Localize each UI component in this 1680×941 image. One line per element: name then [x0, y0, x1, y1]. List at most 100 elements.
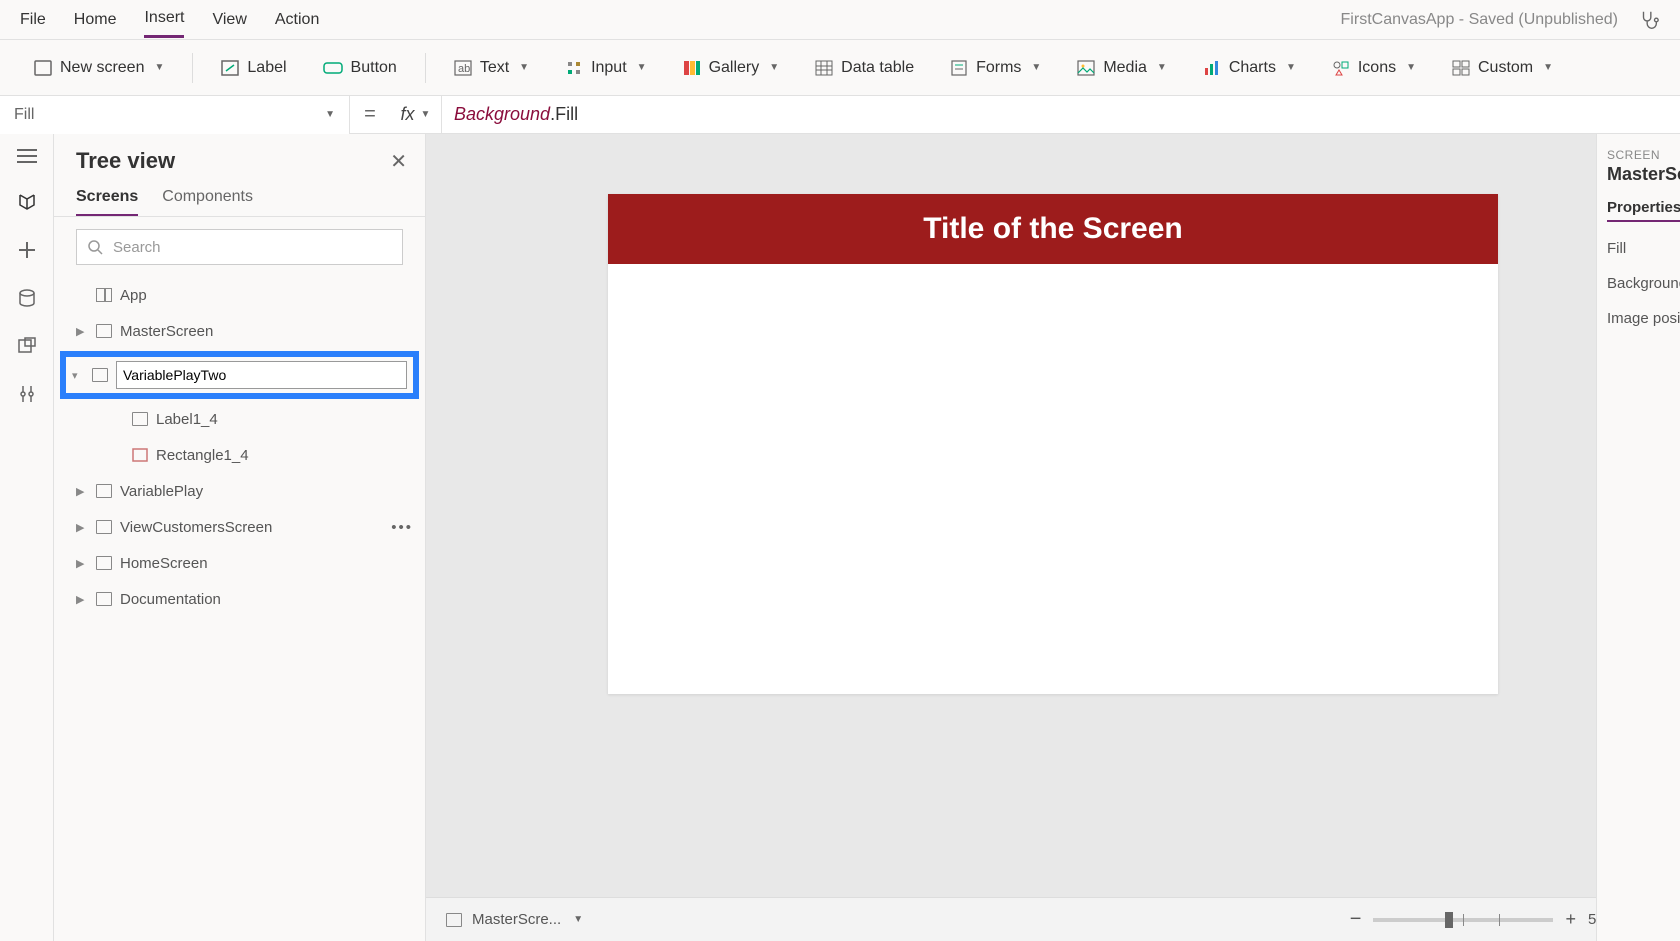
expand-icon[interactable]: ▶ — [76, 485, 88, 498]
text-button[interactable]: ab Text ▼ — [440, 53, 543, 83]
custom-button[interactable]: Custom ▼ — [1438, 53, 1567, 83]
chevron-down-icon: ▼ — [154, 62, 164, 73]
tree-item-rename-row: ▾ — [60, 351, 419, 399]
screen-icon — [92, 368, 108, 382]
zoom-out-button[interactable]: − — [1350, 908, 1362, 931]
search-wrap: Search — [54, 217, 425, 277]
expand-icon[interactable]: ▶ — [76, 557, 88, 570]
tree-label: ViewCustomersScreen — [120, 519, 272, 536]
label-label: Label — [247, 59, 286, 77]
data-icon[interactable] — [17, 288, 37, 308]
prop-row-background[interactable]: Background — [1607, 275, 1670, 292]
search-placeholder: Search — [113, 239, 161, 256]
close-icon[interactable]: ✕ — [390, 149, 407, 174]
props-tab-properties[interactable]: Properties — [1607, 199, 1680, 222]
hamburger-icon[interactable] — [17, 148, 37, 164]
tree-item-label1-4[interactable]: Label1_4 — [54, 401, 425, 437]
zoom-in-button[interactable]: + — [1565, 909, 1576, 930]
more-options-icon[interactable]: ••• — [391, 519, 413, 536]
charts-button[interactable]: Charts ▼ — [1189, 53, 1310, 83]
tree-label: VariablePlay — [120, 483, 203, 500]
button-button[interactable]: Button — [309, 53, 411, 83]
separator — [192, 53, 193, 83]
tree-view-icon[interactable] — [17, 192, 37, 212]
expand-icon[interactable]: ▶ — [76, 593, 88, 606]
menu-action[interactable]: Action — [275, 3, 319, 37]
icons-label: Icons — [1358, 59, 1396, 77]
media-icon — [1077, 60, 1095, 76]
input-button[interactable]: Input ▼ — [551, 53, 661, 83]
input-icon — [565, 60, 583, 76]
menu-bar: File Home Insert View Action FirstCanvas… — [0, 0, 1680, 40]
expand-icon[interactable]: ▶ — [76, 325, 88, 338]
fx-button[interactable]: fx ▼ — [390, 96, 442, 134]
tree-label: Documentation — [120, 591, 221, 608]
tab-components[interactable]: Components — [162, 188, 253, 216]
media-button[interactable]: Media ▼ — [1063, 53, 1180, 83]
text-icon: ab — [454, 60, 472, 76]
new-screen-button[interactable]: New screen ▼ — [20, 53, 178, 83]
gallery-button[interactable]: Gallery ▼ — [669, 53, 794, 83]
forms-button[interactable]: Forms ▼ — [936, 53, 1055, 83]
tree-item-rectangle1-4[interactable]: Rectangle1_4 — [54, 437, 425, 473]
rectangle-icon — [132, 448, 148, 462]
formula-input[interactable]: Background.Fill — [442, 104, 590, 125]
collapse-icon[interactable]: ▾ — [72, 369, 84, 382]
tree-view-panel: Tree view ✕ Screens Components Search Ap… — [54, 134, 426, 941]
label-button[interactable]: Label — [207, 53, 300, 83]
screen-icon — [96, 556, 112, 570]
tree-item-viewcustomers[interactable]: ▶ ViewCustomersScreen ••• — [54, 509, 425, 545]
tree-item-variableplay[interactable]: ▶ VariablePlay — [54, 473, 425, 509]
formula-part-italic: Background — [454, 104, 550, 124]
screen-icon — [96, 520, 112, 534]
tree-item-app[interactable]: App — [54, 277, 425, 313]
screen-selector[interactable]: MasterScre... ▼ — [446, 911, 583, 928]
screen-canvas[interactable]: Title of the Screen — [608, 194, 1498, 694]
button-label: Button — [351, 59, 397, 77]
label-icon — [132, 412, 148, 426]
tree-header: Tree view ✕ — [54, 134, 425, 182]
label-icon — [221, 60, 239, 76]
tab-screens[interactable]: Screens — [76, 188, 138, 216]
data-table-button[interactable]: Data table — [801, 53, 928, 83]
rename-input[interactable] — [116, 361, 407, 389]
menu-insert[interactable]: Insert — [144, 1, 184, 38]
menu-view[interactable]: View — [212, 3, 246, 37]
fx-label: fx — [401, 104, 415, 125]
prop-row-image-position[interactable]: Image posit — [1607, 310, 1670, 327]
media-rail-icon[interactable] — [17, 336, 37, 356]
screen-header-rectangle[interactable]: Title of the Screen — [608, 194, 1498, 264]
advanced-tools-icon[interactable] — [17, 384, 37, 404]
screen-icon — [446, 913, 462, 927]
insert-icon[interactable] — [17, 240, 37, 260]
equals-sign: = — [350, 103, 390, 126]
status-bar: MasterScre... ▼ − + 50 % — [426, 897, 1680, 941]
menu-home[interactable]: Home — [74, 3, 117, 37]
canvas-stage[interactable]: Title of the Screen — [426, 134, 1680, 897]
left-rail — [0, 134, 54, 941]
zoom-slider[interactable] — [1373, 918, 1553, 922]
app-checker-icon[interactable] — [1638, 9, 1660, 31]
tree-item-homescreen[interactable]: ▶ HomeScreen — [54, 545, 425, 581]
ribbon: New screen ▼ Label Button ab Text ▼ Inpu… — [0, 40, 1680, 96]
charts-icon — [1203, 60, 1221, 76]
property-name: Fill — [14, 106, 34, 124]
chevron-down-icon: ▼ — [421, 109, 431, 120]
tree-item-master-screen[interactable]: ▶ MasterScreen — [54, 313, 425, 349]
expand-icon[interactable]: ▶ — [76, 521, 88, 534]
chevron-down-icon: ▼ — [1157, 62, 1167, 73]
gallery-label: Gallery — [709, 59, 760, 77]
menu-file[interactable]: File — [20, 3, 46, 37]
search-input[interactable]: Search — [76, 229, 403, 265]
prop-row-fill[interactable]: Fill — [1607, 240, 1670, 257]
properties-panel: SCREEN MasterScre Properties Fill Backgr… — [1596, 134, 1680, 941]
screen-selector-label: MasterScre... — [472, 911, 561, 928]
chevron-down-icon: ▼ — [519, 62, 529, 73]
icons-button[interactable]: Icons ▼ — [1318, 53, 1430, 83]
tree-item-documentation[interactable]: ▶ Documentation — [54, 581, 425, 617]
chevron-down-icon: ▼ — [1406, 62, 1416, 73]
charts-label: Charts — [1229, 59, 1276, 77]
button-icon — [323, 60, 343, 76]
property-dropdown[interactable]: Fill ▼ — [0, 96, 350, 134]
new-screen-label: New screen — [60, 59, 144, 77]
